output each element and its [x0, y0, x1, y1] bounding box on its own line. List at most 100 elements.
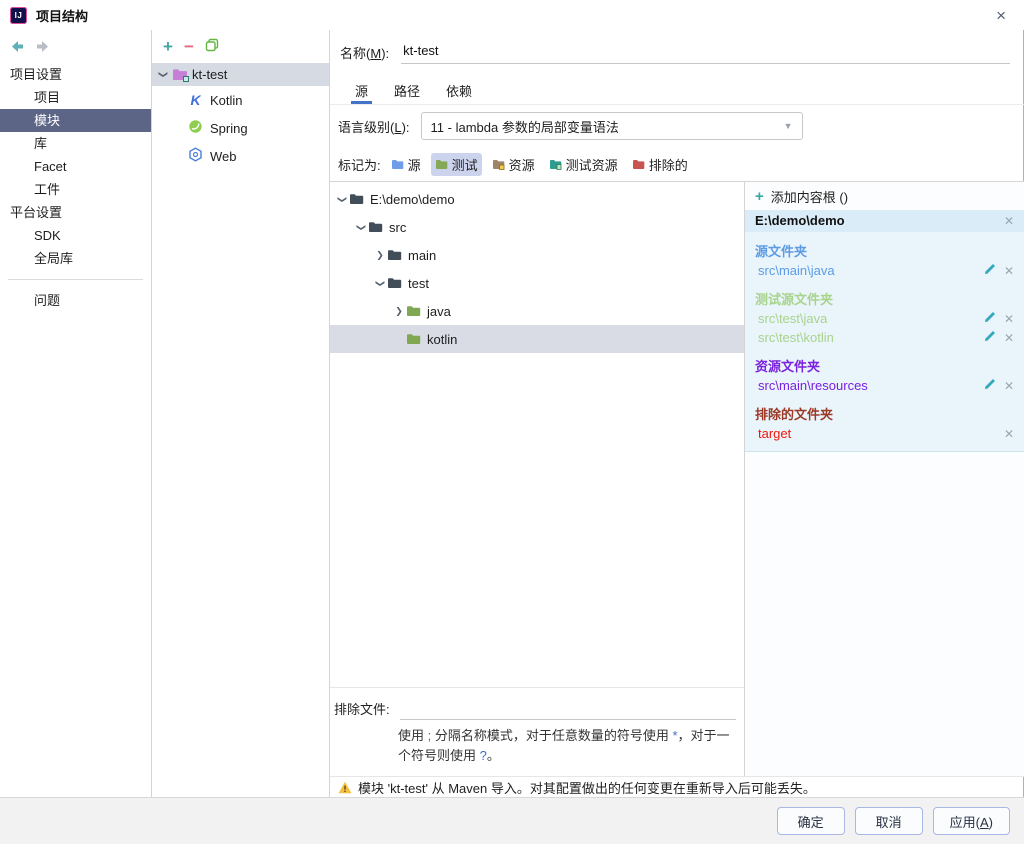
chevron-down-icon: ▼	[783, 121, 793, 131]
name-row: 名称(M):	[330, 30, 1024, 74]
remove-folder-icon[interactable]: ✕	[1004, 332, 1014, 344]
editor-tabs: 源 路径 依赖	[330, 74, 1024, 105]
folder-brown-icon	[492, 159, 505, 170]
mark-chip-resources[interactable]: 资源	[488, 153, 539, 176]
remove-root-icon[interactable]: ✕	[1004, 215, 1014, 227]
sidebar-divider	[8, 279, 143, 280]
sidebar-item-global-libraries[interactable]: 全局库	[0, 247, 151, 270]
folder-path[interactable]: target	[758, 426, 996, 441]
folder-green-icon	[406, 333, 421, 345]
tree-label: java	[427, 303, 451, 319]
module-facet-spring[interactable]: Spring	[152, 114, 329, 142]
folder-dark-icon	[387, 277, 402, 289]
folder-tree-pane: E:\demo\demo src main	[330, 182, 745, 776]
section-title-resource-folders: 资源文件夹	[755, 359, 821, 374]
facet-label: Web	[210, 148, 237, 164]
sidebar-header-platform-settings: 平台设置	[10, 205, 63, 220]
edit-pencil-icon[interactable]	[984, 263, 996, 278]
folder-red-icon	[632, 159, 644, 169]
sidebar-item-project[interactable]: 项目	[0, 86, 151, 109]
content-root-path[interactable]: E:\demo\demo	[755, 213, 845, 228]
language-level-select[interactable]: 11 - lambda 参数的局部变量语法 ▼	[420, 112, 803, 140]
tree-row-main[interactable]: main	[330, 241, 744, 269]
chevron-down-icon[interactable]	[156, 69, 170, 80]
add-content-root-link[interactable]: + 添加内容根 ()	[745, 182, 1024, 210]
edit-pencil-icon[interactable]	[984, 330, 996, 345]
back-icon[interactable]	[10, 40, 25, 53]
edit-pencil-icon[interactable]	[984, 311, 996, 326]
remove-icon[interactable]: −	[184, 38, 194, 55]
sidebar-item-libraries[interactable]: 库	[0, 132, 151, 155]
folder-teal-icon	[549, 159, 562, 170]
content-roots-pane: + 添加内容根 () E:\demo\demo ✕ 源文件夹 src\main\…	[745, 182, 1024, 776]
tree-label: main	[408, 247, 437, 263]
sidebar-item-modules[interactable]: 模块	[0, 109, 151, 132]
excluded-folder-row: target ✕	[745, 424, 1024, 443]
modules-toolbar: + −	[152, 30, 329, 63]
remove-folder-icon[interactable]: ✕	[1004, 428, 1014, 440]
folder-green-icon	[406, 305, 421, 317]
mark-chip-test-resources[interactable]: 测试资源	[545, 153, 622, 176]
sidebar-item-problems[interactable]: 问题	[0, 289, 151, 312]
mark-chip-sources[interactable]: 源	[387, 153, 425, 176]
tab-dependencies[interactable]: 依赖	[433, 74, 485, 104]
edit-pencil-icon[interactable]	[984, 378, 996, 393]
module-facet-web[interactable]: Web	[152, 142, 329, 170]
tree-row-root[interactable]: E:\demo\demo	[330, 185, 744, 213]
sidebar-item-artifacts[interactable]: 工件	[0, 178, 151, 201]
facet-label: Spring	[210, 120, 248, 136]
module-name: kt-test	[192, 67, 228, 82]
module-name-input[interactable]	[401, 40, 1010, 64]
language-level-label: 语言级别(L):	[338, 119, 410, 135]
exclude-files-label: 排除文件:	[334, 702, 390, 718]
add-content-root-label: 添加内容根 ()	[770, 190, 849, 205]
chevron-right-icon[interactable]	[392, 306, 406, 317]
cancel-button[interactable]: 取消	[854, 807, 923, 835]
maven-import-warning: 模块 'kt-test' 从 Maven 导入。对其配置做出的任何变更在重新导入…	[330, 776, 1024, 797]
tree-row-test[interactable]: test	[330, 269, 744, 297]
folder-tree: E:\demo\demo src main	[330, 182, 744, 687]
close-icon[interactable]: ×	[990, 7, 1012, 24]
ok-button[interactable]: 确定	[776, 807, 845, 835]
title-bar: IJ 项目结构 ×	[0, 0, 1024, 30]
tab-sources[interactable]: 源	[342, 74, 381, 104]
sidebar-header-project-settings: 项目设置	[10, 67, 63, 82]
name-label: 名称(M):	[340, 45, 390, 61]
mark-as-row: 标记为: 源 测试 资源 测试资源 排除的	[330, 147, 1024, 182]
source-folder-row: src\main\java ✕	[745, 261, 1024, 280]
warning-icon	[338, 781, 352, 793]
exclude-files-help: 使用 ; 分隔名称模式，对于任意数量的符号使用 *，对于一个符号则使用 ?。	[398, 727, 730, 763]
mark-chip-tests[interactable]: 测试	[430, 152, 482, 176]
folder-path[interactable]: src\test\java	[758, 311, 976, 326]
tree-row-java[interactable]: java	[330, 297, 744, 325]
chevron-down-icon[interactable]	[354, 222, 368, 233]
forward-icon[interactable]	[35, 40, 50, 53]
tree-label: kotlin	[427, 331, 458, 347]
add-icon[interactable]: +	[163, 38, 173, 55]
module-facet-kotlin[interactable]: K Kotlin	[152, 86, 329, 114]
sidebar-item-sdk[interactable]: SDK	[0, 224, 151, 247]
tree-row-src[interactable]: src	[330, 213, 744, 241]
remove-folder-icon[interactable]: ✕	[1004, 313, 1014, 325]
sidebar-item-facets[interactable]: Facet	[0, 155, 151, 178]
tree-row-kotlin[interactable]: kotlin	[330, 325, 744, 353]
chevron-right-icon[interactable]	[373, 250, 387, 261]
remove-folder-icon[interactable]: ✕	[1004, 380, 1014, 392]
apply-button[interactable]: 应用(A)	[932, 807, 1010, 835]
remove-folder-icon[interactable]: ✕	[1004, 265, 1014, 277]
folder-path[interactable]: src\test\kotlin	[758, 330, 976, 345]
mark-chip-excluded[interactable]: 排除的	[628, 153, 692, 176]
spring-icon	[188, 119, 203, 137]
chevron-down-icon[interactable]	[335, 194, 349, 205]
exclude-files-input[interactable]	[399, 697, 736, 720]
tree-label: E:\demo\demo	[370, 191, 455, 207]
tab-paths[interactable]: 路径	[381, 74, 433, 104]
facet-label: Kotlin	[210, 92, 243, 108]
folder-path[interactable]: src\main\resources	[758, 378, 976, 393]
folder-path[interactable]: src\main\java	[758, 263, 976, 278]
kotlin-icon: K	[190, 92, 201, 108]
copy-icon[interactable]	[205, 38, 219, 55]
module-tree-root[interactable]: kt-test	[152, 63, 329, 86]
chevron-down-icon[interactable]	[373, 278, 387, 289]
content-root-block: E:\demo\demo ✕ 源文件夹 src\main\java ✕ 测试源文…	[745, 210, 1024, 452]
